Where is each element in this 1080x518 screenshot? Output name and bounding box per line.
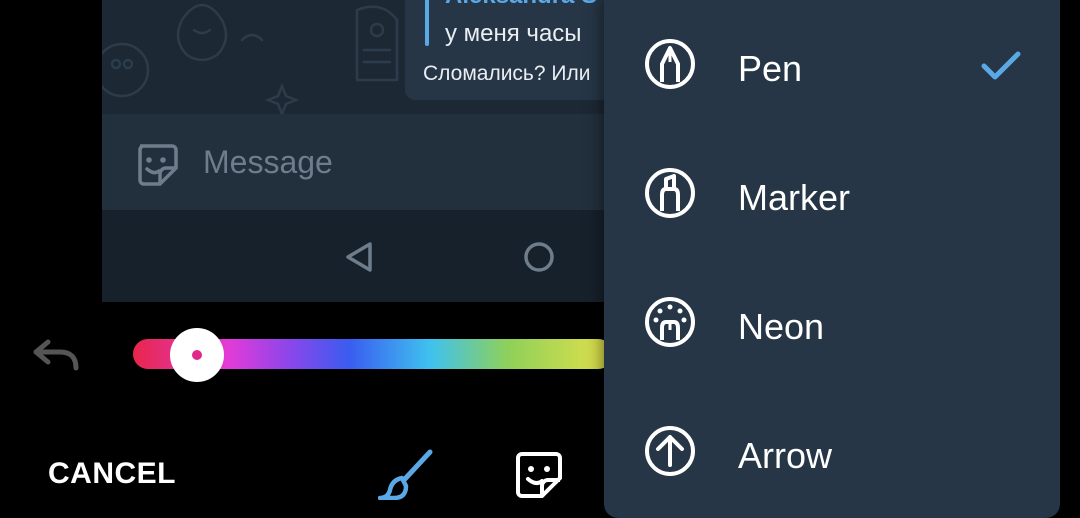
checkmark-icon — [981, 51, 1021, 80]
pen-icon — [645, 39, 695, 89]
sticker-icon — [138, 144, 178, 186]
marker-icon — [645, 168, 695, 218]
brush-type-menu: Pen Marker Neon Arrow — [604, 0, 1060, 518]
brush-icon[interactable] — [378, 448, 436, 500]
back-triangle-icon — [346, 242, 372, 272]
selected-color-dot — [192, 350, 202, 360]
menu-item-marker[interactable]: Marker — [604, 127, 1060, 255]
color-slider-thumb[interactable] — [170, 328, 224, 382]
menu-item-neon[interactable]: Neon — [604, 256, 1060, 384]
image-preview: Aleksandra S у меня часы Сломались? Или … — [102, 0, 612, 302]
system-nav-bar — [102, 210, 612, 302]
menu-label-neon: Neon — [738, 306, 825, 347]
menu-item-arrow[interactable]: Arrow — [604, 385, 1060, 513]
reply-bar — [425, 0, 429, 46]
undo-icon[interactable] — [30, 338, 82, 372]
message-placeholder: Message — [203, 144, 333, 180]
reply-text: у меня часы — [445, 20, 582, 47]
home-circle-icon — [524, 242, 554, 272]
cancel-button[interactable]: CANCEL — [48, 457, 176, 491]
message-input-bar: Message — [102, 114, 612, 210]
sticker-tool-icon[interactable] — [514, 450, 564, 500]
neon-icon — [645, 297, 695, 347]
menu-item-pen[interactable]: Pen — [604, 0, 1060, 126]
reply-author: Aleksandra S — [445, 0, 597, 10]
arrow-icon — [645, 426, 695, 476]
message-text: Сломались? Или — [423, 62, 591, 85]
menu-label-pen: Pen — [738, 48, 803, 89]
message-bubble: Aleksandra S у меня часы Сломались? Или — [405, 0, 612, 100]
menu-label-arrow: Arrow — [738, 435, 833, 476]
menu-label-marker: Marker — [738, 177, 851, 218]
